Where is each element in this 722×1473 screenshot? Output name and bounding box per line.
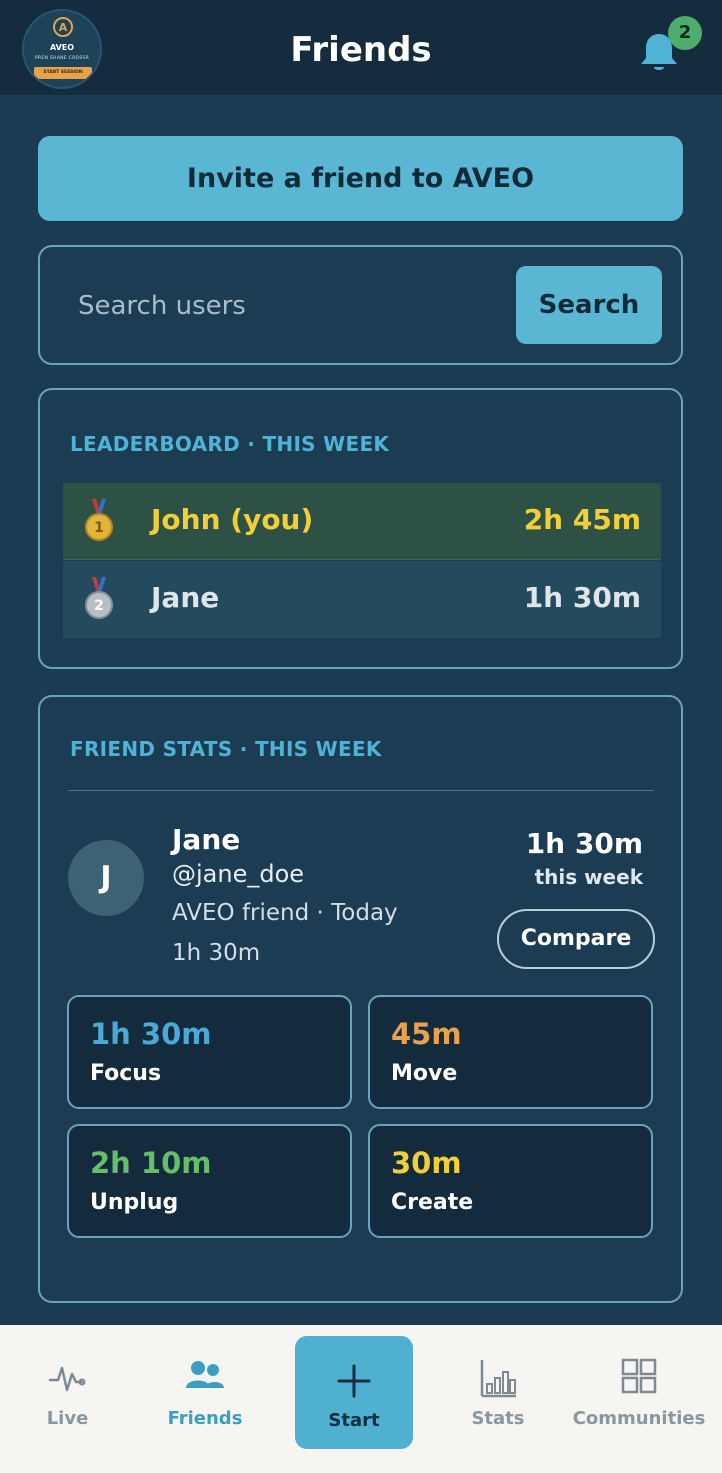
start-label: Start [328,1410,380,1431]
grid-icon [621,1358,657,1394]
leaderboard-time: 2h 45m [523,503,641,536]
search-card: Search [38,245,683,365]
stat-tile-unplug: 2h 10m Unplug [67,1124,352,1238]
stat-label: Focus [90,1061,162,1086]
divider [68,790,654,791]
leaderboard-name: John (you) [151,503,314,536]
friend-handle: @jane_doe [172,860,305,888]
gold-medal-icon: 1 [85,499,113,541]
stat-label: Unplug [90,1190,179,1215]
week-time: 1h 30m [525,827,643,860]
invite-friend-button[interactable]: Invite a friend to AVEO [38,136,683,221]
plus-icon [337,1364,371,1398]
leaderboard-time: 1h 30m [523,581,641,614]
compare-button[interactable]: Compare [497,909,655,969]
pulse-icon [48,1366,86,1392]
stat-value: 2h 10m [90,1146,212,1180]
nav-label: Friends [167,1408,243,1429]
friends-icon [186,1361,224,1388]
leaderboard-row[interactable]: 1 John (you) 2h 45m [63,483,661,560]
nav-label: Communities [572,1408,706,1429]
leaderboard-name: Jane [151,581,220,614]
nav-item-stats[interactable]: Stats [450,1325,546,1473]
stat-tile-move: 45m Move [368,995,653,1109]
leaderboard-row[interactable]: 2 Jane 1h 30m [63,561,661,638]
nav-label: Stats [471,1408,525,1429]
stat-label: Move [391,1061,458,1086]
leaderboard-heading: LEADERBOARD · THIS WEEK [70,432,390,456]
search-button[interactable]: Search [516,266,662,344]
search-input[interactable] [60,269,520,343]
notification-badge: 2 [668,16,702,50]
friend-total-time: 1h 30m [172,940,261,966]
start-button[interactable]: Start [295,1336,413,1449]
friend-stats-card: FRIEND STATS · THIS WEEK J Jane @jane_do… [38,695,683,1303]
nav-label: Live [46,1408,89,1429]
nav-item-friends[interactable]: Friends [150,1325,260,1473]
nav-item-communities[interactable]: Communities [566,1325,712,1473]
friend-name: Jane [172,823,241,856]
stat-label: Create [391,1190,474,1215]
stat-tile-create: 30m Create [368,1124,653,1238]
nav-item-live[interactable]: Live [20,1325,115,1473]
friend-meta: AVEO friend · Today [172,900,398,926]
svg-text:2: 2 [94,598,104,614]
silver-medal-icon: 2 [85,577,113,619]
page-title: Friends [290,30,432,70]
stat-tile-focus: 1h 30m Focus [67,995,352,1109]
leaderboard-card: LEADERBOARD · THIS WEEK 1 John (you) 2h … [38,388,683,669]
top-bar: A AVEO PREN SHANE CROSSR START SESSION F… [0,0,722,95]
avatar[interactable]: J [68,840,144,916]
stat-value: 1h 30m [90,1017,212,1051]
stat-value: 45m [391,1017,462,1051]
stat-value: 30m [391,1146,462,1180]
week-label: this week [534,865,643,889]
friend-stats-heading: FRIEND STATS · THIS WEEK [70,737,382,761]
svg-text:1: 1 [94,520,104,536]
bar-chart-icon [480,1360,516,1398]
